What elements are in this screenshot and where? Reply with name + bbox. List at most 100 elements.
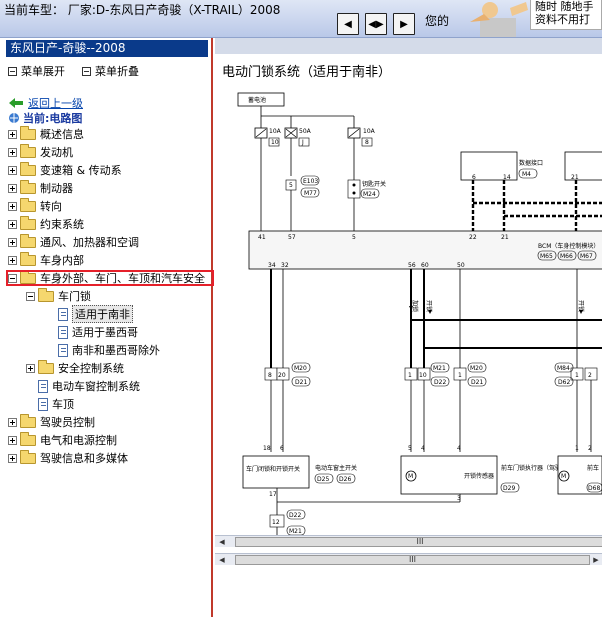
tree-item-security[interactable]: 安全控制系统 (26, 359, 124, 377)
pin-num: 5 (408, 445, 412, 452)
m24-label: M24 (363, 191, 376, 198)
folder-icon (20, 413, 36, 428)
fuse-amp: 10A (363, 128, 376, 135)
scroll-thumb[interactable]: III (235, 555, 590, 565)
connector-label: M20 (470, 365, 483, 372)
fuse-amp: 50A (299, 128, 312, 135)
folder-icon (20, 233, 36, 248)
tree-item-transmission[interactable]: 变速箱 & 传动系 (8, 161, 122, 179)
promo-banner[interactable]: 随时 随地手 资料不用打 (530, 0, 602, 30)
pin-num: 1 (458, 372, 462, 379)
nav-first-button[interactable]: ◀ (337, 13, 359, 35)
collapse-all-label: 菜单折叠 (95, 65, 139, 78)
nav-next-icon: ▶ (400, 18, 408, 30)
scroll-left-icon[interactable]: ◀ (217, 537, 227, 547)
expand-toggle-icon[interactable] (26, 363, 35, 373)
nav-middle-button[interactable]: ◀▶ (365, 13, 387, 35)
back-link-label: 返回上一级 (28, 97, 83, 110)
expand-toggle-icon[interactable] (8, 453, 17, 463)
bcm-pin: 41 (258, 234, 266, 241)
expand-toggle-icon[interactable] (8, 219, 17, 229)
tree-item-label: 适用于墨西哥 (72, 326, 138, 339)
tree-item-mexico[interactable]: 适用于墨西哥 (58, 323, 138, 341)
tree-item-label: 变速箱 & 传动系 (40, 164, 122, 177)
expand-toggle-icon[interactable] (8, 255, 17, 265)
pin-num: 4 (457, 445, 461, 452)
pin-num: 6 (280, 445, 284, 452)
pin-num: 2 (588, 372, 592, 379)
tree-item-steering[interactable]: 转向 (8, 197, 62, 215)
folder-icon (20, 431, 36, 446)
tree-item-label: 制动器 (40, 182, 73, 195)
globe-icon (9, 113, 19, 123)
bcm-pin: 56 (408, 262, 416, 269)
scroll-left-icon[interactable]: ◀ (217, 555, 227, 565)
tree-item-excluding-sa-mexico[interactable]: 南非和墨西哥除外 (58, 341, 160, 359)
tree-item-hvac[interactable]: 通风、加热器和空调 (8, 233, 139, 251)
collapse-all-button[interactable]: 菜单折叠 (82, 63, 139, 79)
greeting-text: 您的 (425, 14, 450, 28)
expand-toggle-icon[interactable] (8, 417, 17, 427)
expand-toggle-icon[interactable] (8, 237, 17, 247)
tree-item-power-window[interactable]: 电动车窗控制系统 (38, 377, 140, 395)
svg-text:21: 21 (571, 174, 579, 181)
expand-all-button[interactable]: 菜单展开 (8, 63, 65, 79)
svg-text:14: 14 (503, 174, 511, 181)
battery-box: 蓄电池 (237, 92, 285, 107)
bcm-connector: M67 (580, 253, 593, 260)
scroll-thumb[interactable]: III (235, 537, 602, 547)
pin-num: 8 (268, 372, 272, 379)
tree-item-label: 约束系统 (40, 218, 84, 231)
pin-num: 20 (278, 372, 286, 379)
d25-label: D25 (317, 476, 329, 483)
tree-item-driver-controls[interactable]: 驾驶员控制 (8, 413, 95, 431)
bcm-pin: 60 (421, 262, 429, 269)
nav-next-button[interactable]: ▶ (393, 13, 415, 35)
tree-item-south-africa[interactable]: 适用于南非 (58, 305, 133, 323)
tree-item-multimedia[interactable]: 驾驶信息和多媒体 (8, 449, 128, 467)
tree-item-label: 车门锁 (58, 290, 91, 303)
tree-item-door-lock[interactable]: 车门锁 (26, 287, 91, 305)
inner-horizontal-scrollbar[interactable]: ◀ III (215, 535, 602, 547)
expand-toggle-icon[interactable] (8, 183, 17, 193)
tree-item-restraints[interactable]: 约束系统 (8, 215, 84, 233)
document-icon (58, 343, 68, 357)
tree-item-body-interior[interactable]: 车身内部 (8, 251, 84, 269)
data-link-label: 数据接口 (519, 159, 543, 167)
navigation-tree-pane: 东风日产-奇骏--2008 菜单展开 菜单折叠 返回上一级 当前:电路图 概述信… (0, 38, 214, 617)
tree-item-label: 驾驶信息和多媒体 (40, 452, 128, 465)
expand-toggle-icon[interactable] (8, 201, 17, 211)
pin-num: 2 (588, 445, 592, 452)
fuse-j: 50A J (284, 127, 312, 147)
bcm-pin: 5 (352, 234, 356, 241)
tree-item-overview[interactable]: 概述信息 (8, 125, 84, 143)
nav-middle-icon: ◀▶ (368, 18, 384, 30)
expand-icon (8, 66, 17, 76)
m4-label: M4 (522, 171, 531, 178)
back-link[interactable]: 返回上一级 (8, 95, 83, 111)
tree-item-electrical[interactable]: 电气和电源控制 (8, 431, 117, 449)
tree-item-brakes[interactable]: 制动器 (8, 179, 73, 197)
tree-item-roof[interactable]: 车顶 (38, 395, 74, 413)
folder-icon (20, 179, 36, 194)
folder-icon (20, 125, 36, 140)
d68-label: D68 (588, 485, 600, 492)
wiring-diagram[interactable]: 蓄电池 10A 10 50A J 10A 8 5 E103 M77 钥匙开关 M… (215, 38, 602, 535)
expand-toggle-icon[interactable] (8, 435, 17, 445)
svg-text:M: M (408, 473, 413, 480)
bcm-pin: 22 (469, 234, 477, 241)
scroll-right-icon[interactable]: ▶ (591, 555, 601, 565)
pin-num: 17 (269, 491, 277, 498)
bcm-pin: 57 (288, 234, 296, 241)
collapse-toggle-icon[interactable] (26, 291, 35, 301)
outer-horizontal-scrollbar[interactable]: ◀ III ▶ (215, 553, 602, 565)
folder-icon (20, 197, 36, 212)
tree-item-engine[interactable]: 发动机 (8, 143, 73, 161)
expand-toggle-icon[interactable] (8, 129, 17, 139)
expand-toggle-icon[interactable] (8, 147, 17, 157)
fuse-10: 10A 10 (254, 127, 282, 147)
folder-icon (38, 359, 54, 374)
expand-toggle-icon[interactable] (8, 165, 17, 175)
bcm-module: 41 57 5 22 21 BCM（车身控制模块） M65 M66 M67 34… (248, 230, 602, 270)
connector-label: D22 (434, 379, 446, 386)
